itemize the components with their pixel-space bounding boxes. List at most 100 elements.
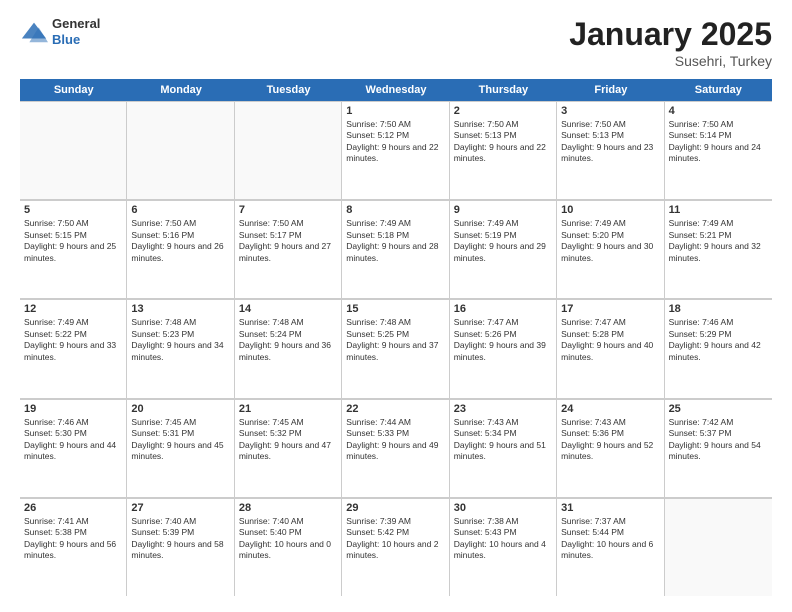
day-info: Sunrise: 7:50 AM Sunset: 5:13 PM Dayligh… <box>561 119 659 165</box>
day-number: 27 <box>131 502 229 514</box>
cal-day-empty-4-6 <box>665 499 772 596</box>
cal-day-29: 29Sunrise: 7:39 AM Sunset: 5:42 PM Dayli… <box>342 499 449 596</box>
day-number: 1 <box>346 105 444 117</box>
day-number: 16 <box>454 303 552 315</box>
day-number: 18 <box>669 303 768 315</box>
day-info: Sunrise: 7:49 AM Sunset: 5:21 PM Dayligh… <box>669 218 768 264</box>
day-number: 24 <box>561 403 659 415</box>
day-number: 4 <box>669 105 768 117</box>
day-info: Sunrise: 7:40 AM Sunset: 5:39 PM Dayligh… <box>131 516 229 562</box>
cal-day-5: 5 Sunrise: 7:50 AM Sunset: 5:15 PM Daylig… <box>20 201 127 298</box>
day-info: Sunrise: 7:43 AM Sunset: 5:34 PM Dayligh… <box>454 417 552 463</box>
cal-day-18: 18 Sunrise: 7:46 AM Sunset: 5:29 PM Dayli… <box>665 300 772 397</box>
day-info: Sunrise: 7:46 AM Sunset: 5:30 PM Dayligh… <box>24 417 122 463</box>
cal-header-monday: Monday <box>127 79 234 101</box>
cal-week-3: 12 Sunrise: 7:49 AM Sunset: 5:22 PM Dayli… <box>20 299 772 398</box>
day-number: 10 <box>561 204 659 216</box>
day-number: 17 <box>561 303 659 315</box>
header: General Blue January 2025 Susehri, Turke… <box>20 16 772 69</box>
cal-header-thursday: Thursday <box>450 79 557 101</box>
day-number: 26 <box>24 502 122 514</box>
day-number: 12 <box>24 303 122 315</box>
day-info: Sunrise: 7:47 AM Sunset: 5:28 PM Dayligh… <box>561 317 659 363</box>
day-info: Sunrise: 7:46 AM Sunset: 5:29 PM Dayligh… <box>669 317 768 363</box>
day-info: Sunrise: 7:47 AM Sunset: 5:26 PM Dayligh… <box>454 317 552 363</box>
day-info: Sunrise: 7:50 AM Sunset: 5:14 PM Dayligh… <box>669 119 768 165</box>
day-number: 23 <box>454 403 552 415</box>
day-info: Sunrise: 7:48 AM Sunset: 5:23 PM Dayligh… <box>131 317 229 363</box>
day-number: 22 <box>346 403 444 415</box>
cal-day-empty-0-1 <box>127 102 234 199</box>
logo-blue: Blue <box>52 32 100 48</box>
logo-icon <box>20 18 48 46</box>
cal-day-25: 25 Sunrise: 7:42 AM Sunset: 5:37 PM Dayli… <box>665 400 772 497</box>
cal-day-17: 17 Sunrise: 7:47 AM Sunset: 5:28 PM Dayli… <box>557 300 664 397</box>
day-info: Sunrise: 7:49 AM Sunset: 5:22 PM Dayligh… <box>24 317 122 363</box>
day-info: Sunrise: 7:49 AM Sunset: 5:18 PM Dayligh… <box>346 218 444 264</box>
cal-day-10: 10 Sunrise: 7:49 AM Sunset: 5:20 PM Dayli… <box>557 201 664 298</box>
day-info: Sunrise: 7:40 AM Sunset: 5:40 PM Dayligh… <box>239 516 337 562</box>
cal-day-3: 3 Sunrise: 7:50 AM Sunset: 5:13 PM Daylig… <box>557 102 664 199</box>
cal-day-14: 14Sunrise: 7:48 AM Sunset: 5:24 PM Dayli… <box>235 300 342 397</box>
cal-day-22: 22 Sunrise: 7:44 AM Sunset: 5:33 PM Dayli… <box>342 400 449 497</box>
day-info: Sunrise: 7:45 AM Sunset: 5:32 PM Dayligh… <box>239 417 337 463</box>
day-info: Sunrise: 7:45 AM Sunset: 5:31 PM Dayligh… <box>131 417 229 463</box>
cal-day-7: 7Sunrise: 7:50 AM Sunset: 5:17 PM Daylig… <box>235 201 342 298</box>
cal-day-9: 9Sunrise: 7:49 AM Sunset: 5:19 PM Daylig… <box>450 201 557 298</box>
day-number: 9 <box>454 204 552 216</box>
cal-header-sunday: Sunday <box>20 79 127 101</box>
cal-week-4: 19 Sunrise: 7:46 AM Sunset: 5:30 PM Dayli… <box>20 399 772 498</box>
cal-day-empty-0-2 <box>235 102 342 199</box>
cal-day-26: 26 Sunrise: 7:41 AM Sunset: 5:38 PM Dayli… <box>20 499 127 596</box>
day-info: Sunrise: 7:44 AM Sunset: 5:33 PM Dayligh… <box>346 417 444 463</box>
cal-header-wednesday: Wednesday <box>342 79 449 101</box>
day-info: Sunrise: 7:49 AM Sunset: 5:20 PM Dayligh… <box>561 218 659 264</box>
day-number: 30 <box>454 502 552 514</box>
cal-day-13: 13Sunrise: 7:48 AM Sunset: 5:23 PM Dayli… <box>127 300 234 397</box>
cal-day-19: 19 Sunrise: 7:46 AM Sunset: 5:30 PM Dayli… <box>20 400 127 497</box>
day-number: 3 <box>561 105 659 117</box>
cal-day-23: 23 Sunrise: 7:43 AM Sunset: 5:34 PM Dayli… <box>450 400 557 497</box>
day-number: 14 <box>239 303 337 315</box>
day-info: Sunrise: 7:43 AM Sunset: 5:36 PM Dayligh… <box>561 417 659 463</box>
day-info: Sunrise: 7:39 AM Sunset: 5:42 PM Dayligh… <box>346 516 444 562</box>
day-info: Sunrise: 7:50 AM Sunset: 5:12 PM Dayligh… <box>346 119 444 165</box>
cal-day-8: 8 Sunrise: 7:49 AM Sunset: 5:18 PM Daylig… <box>342 201 449 298</box>
cal-day-20: 20 Sunrise: 7:45 AM Sunset: 5:31 PM Dayli… <box>127 400 234 497</box>
cal-day-15: 15Sunrise: 7:48 AM Sunset: 5:25 PM Dayli… <box>342 300 449 397</box>
cal-week-2: 5 Sunrise: 7:50 AM Sunset: 5:15 PM Daylig… <box>20 200 772 299</box>
logo-general: General <box>52 16 100 32</box>
day-info: Sunrise: 7:37 AM Sunset: 5:44 PM Dayligh… <box>561 516 659 562</box>
day-number: 25 <box>669 403 768 415</box>
calendar-body: 1 Sunrise: 7:50 AM Sunset: 5:12 PM Daylig… <box>20 101 772 596</box>
cal-day-empty-0-0 <box>20 102 127 199</box>
day-number: 7 <box>239 204 337 216</box>
cal-day-1: 1 Sunrise: 7:50 AM Sunset: 5:12 PM Daylig… <box>342 102 449 199</box>
day-number: 20 <box>131 403 229 415</box>
cal-day-27: 27 Sunrise: 7:40 AM Sunset: 5:39 PM Dayli… <box>127 499 234 596</box>
page: General Blue January 2025 Susehri, Turke… <box>0 0 792 612</box>
day-info: Sunrise: 7:50 AM Sunset: 5:15 PM Dayligh… <box>24 218 122 264</box>
day-info: Sunrise: 7:41 AM Sunset: 5:38 PM Dayligh… <box>24 516 122 562</box>
cal-day-11: 11Sunrise: 7:49 AM Sunset: 5:21 PM Dayli… <box>665 201 772 298</box>
day-number: 8 <box>346 204 444 216</box>
day-info: Sunrise: 7:38 AM Sunset: 5:43 PM Dayligh… <box>454 516 552 562</box>
logo: General Blue <box>20 16 100 47</box>
day-info: Sunrise: 7:42 AM Sunset: 5:37 PM Dayligh… <box>669 417 768 463</box>
day-info: Sunrise: 7:50 AM Sunset: 5:16 PM Dayligh… <box>131 218 229 264</box>
day-number: 5 <box>24 204 122 216</box>
cal-day-24: 24 Sunrise: 7:43 AM Sunset: 5:36 PM Dayli… <box>557 400 664 497</box>
cal-day-6: 6 Sunrise: 7:50 AM Sunset: 5:16 PM Daylig… <box>127 201 234 298</box>
title-block: January 2025 Susehri, Turkey <box>569 16 772 69</box>
day-number: 19 <box>24 403 122 415</box>
cal-week-5: 26 Sunrise: 7:41 AM Sunset: 5:38 PM Dayli… <box>20 498 772 596</box>
day-number: 31 <box>561 502 659 514</box>
day-number: 2 <box>454 105 552 117</box>
day-info: Sunrise: 7:50 AM Sunset: 5:13 PM Dayligh… <box>454 119 552 165</box>
day-number: 6 <box>131 204 229 216</box>
day-info: Sunrise: 7:48 AM Sunset: 5:25 PM Dayligh… <box>346 317 444 363</box>
cal-day-4: 4 Sunrise: 7:50 AM Sunset: 5:14 PM Daylig… <box>665 102 772 199</box>
cal-day-2: 2 Sunrise: 7:50 AM Sunset: 5:13 PM Daylig… <box>450 102 557 199</box>
title-month: January 2025 <box>569 16 772 53</box>
cal-header-friday: Friday <box>557 79 664 101</box>
